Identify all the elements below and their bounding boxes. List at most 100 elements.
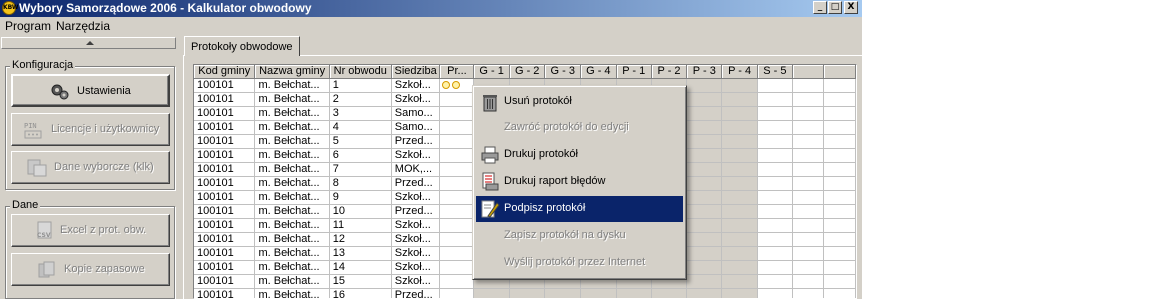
table-cell[interactable] <box>792 204 825 219</box>
table-row[interactable]: 100101 m. Bełchat... 16 Przed... <box>194 288 856 298</box>
table-cell[interactable] <box>721 260 758 275</box>
table-cell[interactable]: m. Bełchat... <box>254 232 330 247</box>
table-cell[interactable] <box>757 162 794 177</box>
status-cell[interactable] <box>439 204 475 219</box>
table-cell[interactable] <box>686 218 723 233</box>
table-cell[interactable] <box>792 92 825 107</box>
menu-drukuj-protokol[interactable]: Drukuj protokół <box>476 142 683 168</box>
table-cell[interactable] <box>823 162 856 177</box>
table-cell[interactable] <box>823 246 856 261</box>
table-cell[interactable]: 12 <box>329 232 392 247</box>
table-cell[interactable] <box>757 134 794 149</box>
table-cell[interactable]: 100101 <box>194 148 256 163</box>
table-cell[interactable] <box>792 106 825 121</box>
table-cell[interactable] <box>580 288 617 298</box>
column-header[interactable]: S - 5 <box>757 65 794 79</box>
menu-zapisz-protokol[interactable]: Zapisz protokół na dysku <box>476 223 683 249</box>
table-cell[interactable]: 6 <box>329 148 392 163</box>
title-bar[interactable]: KBW Wybory Samorządowe 2006 - Kalkulator… <box>0 0 862 17</box>
table-cell[interactable] <box>721 218 758 233</box>
table-cell[interactable]: 15 <box>329 274 392 289</box>
column-header[interactable]: P - 3 <box>686 65 723 79</box>
table-cell[interactable]: m. Bełchat... <box>254 288 330 298</box>
status-cell[interactable] <box>439 78 475 93</box>
table-cell[interactable] <box>823 120 856 135</box>
table-cell[interactable] <box>721 78 758 93</box>
column-header[interactable]: G - 1 <box>473 65 510 79</box>
table-cell[interactable] <box>823 260 856 275</box>
table-cell[interactable] <box>823 274 856 289</box>
table-cell[interactable]: 5 <box>329 134 392 149</box>
table-cell[interactable]: Przed... <box>391 204 441 219</box>
menu-podpisz-protokol[interactable]: Podpisz protokół <box>476 196 683 222</box>
table-cell[interactable] <box>823 106 856 121</box>
table-cell[interactable] <box>823 190 856 205</box>
table-cell[interactable]: Szkoł... <box>391 232 441 247</box>
table-cell[interactable]: 8 <box>329 176 392 191</box>
table-cell[interactable]: 7 <box>329 162 392 177</box>
table-cell[interactable]: Przed... <box>391 176 441 191</box>
table-cell[interactable]: m. Bełchat... <box>254 148 330 163</box>
table-cell[interactable] <box>757 218 794 233</box>
table-cell[interactable] <box>686 246 723 261</box>
table-cell[interactable]: 100101 <box>194 218 256 233</box>
table-cell[interactable] <box>757 148 794 163</box>
column-header[interactable]: Kod gminy <box>194 65 256 79</box>
table-cell[interactable] <box>721 176 758 191</box>
table-cell[interactable] <box>792 134 825 149</box>
table-cell[interactable]: 100101 <box>194 204 256 219</box>
table-cell[interactable] <box>721 148 758 163</box>
table-cell[interactable] <box>792 260 825 275</box>
table-cell[interactable] <box>721 162 758 177</box>
table-cell[interactable] <box>792 274 825 289</box>
table-cell[interactable] <box>686 176 723 191</box>
table-cell[interactable]: 100101 <box>194 106 256 121</box>
table-cell[interactable]: m. Bełchat... <box>254 120 330 135</box>
table-cell[interactable] <box>757 106 794 121</box>
table-cell[interactable] <box>792 78 825 93</box>
menu-wyslij-protokol[interactable]: Wyślij protokół przez Internet <box>476 250 683 276</box>
column-header[interactable] <box>823 65 856 79</box>
table-cell[interactable] <box>823 218 856 233</box>
table-cell[interactable] <box>721 204 758 219</box>
table-cell[interactable] <box>792 218 825 233</box>
table-cell[interactable] <box>757 120 794 135</box>
licencje-button[interactable]: PIN Licencje i użytkownicy <box>11 113 170 146</box>
table-cell[interactable] <box>757 232 794 247</box>
table-cell[interactable] <box>509 288 546 298</box>
status-cell[interactable] <box>439 232 475 247</box>
status-cell[interactable] <box>439 176 475 191</box>
table-cell[interactable]: 100101 <box>194 274 256 289</box>
column-header[interactable]: G - 4 <box>580 65 617 79</box>
table-cell[interactable]: Szkoł... <box>391 260 441 275</box>
table-cell[interactable]: 100101 <box>194 176 256 191</box>
table-cell[interactable] <box>686 232 723 247</box>
table-cell[interactable] <box>544 288 582 298</box>
table-cell[interactable]: Szkoł... <box>391 148 441 163</box>
column-header[interactable]: G - 3 <box>544 65 582 79</box>
table-cell[interactable] <box>721 134 758 149</box>
table-cell[interactable]: m. Bełchat... <box>254 218 330 233</box>
table-cell[interactable]: Szkoł... <box>391 274 441 289</box>
ustawienia-button[interactable]: Ustawienia <box>11 74 170 107</box>
table-cell[interactable]: 9 <box>329 190 392 205</box>
table-cell[interactable]: 4 <box>329 120 392 135</box>
table-cell[interactable]: Samo... <box>391 120 441 135</box>
status-cell[interactable] <box>439 92 475 107</box>
table-cell[interactable] <box>757 274 794 289</box>
kopie-zapasowe-button[interactable]: Kopie zapasowe <box>11 253 170 286</box>
table-cell[interactable]: 2 <box>329 92 392 107</box>
table-cell[interactable] <box>757 78 794 93</box>
table-cell[interactable] <box>792 232 825 247</box>
table-cell[interactable]: Szkoł... <box>391 246 441 261</box>
table-cell[interactable]: 1 <box>329 78 392 93</box>
status-cell[interactable] <box>439 148 475 163</box>
table-cell[interactable] <box>792 148 825 163</box>
table-cell[interactable] <box>721 106 758 121</box>
table-cell[interactable]: 3 <box>329 106 392 121</box>
table-cell[interactable]: Szkoł... <box>391 218 441 233</box>
table-cell[interactable]: 100101 <box>194 78 256 93</box>
table-cell[interactable]: 100101 <box>194 246 256 261</box>
table-cell[interactable] <box>823 92 856 107</box>
table-cell[interactable] <box>823 78 856 93</box>
